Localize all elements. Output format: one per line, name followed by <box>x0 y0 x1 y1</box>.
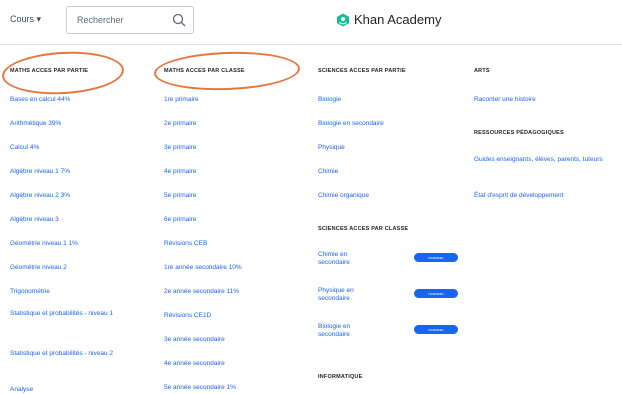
list-item[interactable]: Algèbre niveau 3 <box>10 216 145 224</box>
list-item[interactable]: Algèbre niveau 1 7% <box>10 168 145 176</box>
chevron-down-icon: ▾ <box>36 14 42 24</box>
list-item[interactable]: 3e primaire <box>164 144 299 152</box>
list-item[interactable]: Statistique et probabilités - niveau 1 <box>10 310 140 318</box>
list-item[interactable]: Chimie organique <box>318 192 458 200</box>
list-item[interactable]: 1re année secondaire 10% <box>164 264 299 272</box>
list-item[interactable]: Analyse <box>10 386 145 394</box>
column-arts-resources: ARTS Raconter une histoire RESSOURCES PÉ… <box>474 68 614 199</box>
list-item[interactable]: Guides enseignants, élèves, parents, tut… <box>474 156 604 164</box>
list-item[interactable]: Chimie <box>318 168 458 176</box>
logo-text: Khan Academy <box>354 12 442 27</box>
list-item[interactable]: Statistique et probabilités - niveau 2 <box>10 350 140 358</box>
list-item[interactable]: Révisions CE1D <box>164 312 299 320</box>
courses-label: Cours <box>10 14 35 24</box>
khan-leaf-icon <box>337 13 349 26</box>
list-item[interactable]: 1re primaire <box>164 96 299 104</box>
list-item[interactable]: 2e primaire <box>164 120 299 128</box>
list-item[interactable]: Géométrie niveau 2 <box>10 264 145 272</box>
list-item[interactable]: Trigonométrie <box>10 288 145 296</box>
top-navigation-bar: Cours ▾ Rechercher Khan Academy <box>0 0 622 45</box>
list-item[interactable]: Biologie en secondaire <box>318 120 458 128</box>
search-box[interactable]: Rechercher <box>66 6 194 34</box>
khan-academy-logo[interactable]: Khan Academy <box>336 12 441 27</box>
column-heading: RESSOURCES PÉDAGOGIQUES <box>474 130 564 136</box>
list-item[interactable]: Révisions CEB <box>164 240 299 248</box>
list-item[interactable]: 2e année secondaire 11% <box>164 288 299 296</box>
search-input[interactable]: Rechercher <box>77 15 124 25</box>
list-item[interactable]: 5e primaire <box>164 192 299 200</box>
list-item[interactable]: Biologie en secondaire <box>318 323 372 339</box>
annotation-circle <box>153 49 301 93</box>
column-heading: INFORMATIQUE <box>318 374 363 380</box>
list-item[interactable]: 6e primaire <box>164 216 299 224</box>
list-item[interactable]: Biologie <box>318 96 458 104</box>
new-badge: nouveau <box>414 289 458 298</box>
column-heading: SCIENCES ACCES PAR PARTIE <box>318 68 406 74</box>
list-item[interactable]: Algèbre niveau 2 3% <box>10 192 145 200</box>
search-icon <box>172 13 186 27</box>
list-item[interactable]: Géométrie niveau 1 1% <box>10 240 145 248</box>
list-item[interactable]: État d'esprit de développement <box>474 192 604 200</box>
list-item[interactable]: 4e année secondaire <box>164 360 299 368</box>
list-item[interactable]: Arithmétique 39% <box>10 120 145 128</box>
list-item[interactable]: 3e année secondaire <box>164 336 299 344</box>
column-heading: ARTS <box>474 68 490 74</box>
list-item[interactable]: Raconter une histoire <box>474 96 609 104</box>
new-badge: nouveau <box>414 325 458 334</box>
list-item[interactable]: Calcul 4% <box>10 144 145 152</box>
list-item[interactable]: Physique en secondaire <box>318 287 372 303</box>
list-item[interactable]: 4e primaire <box>164 168 299 176</box>
list-item[interactable]: Bases en calcul 44% <box>10 96 145 104</box>
new-badge: nouveau <box>414 253 458 262</box>
list-item[interactable]: Chimie en secondaire <box>318 251 372 267</box>
column-heading: SCIENCES ACCES PAR CLASSE <box>318 226 409 232</box>
list-item[interactable]: Physique <box>318 144 458 152</box>
column-sciences: SCIENCES ACCES PAR PARTIE Biologie Biolo… <box>318 68 468 380</box>
courses-menu-button[interactable]: Cours ▾ <box>10 14 41 25</box>
